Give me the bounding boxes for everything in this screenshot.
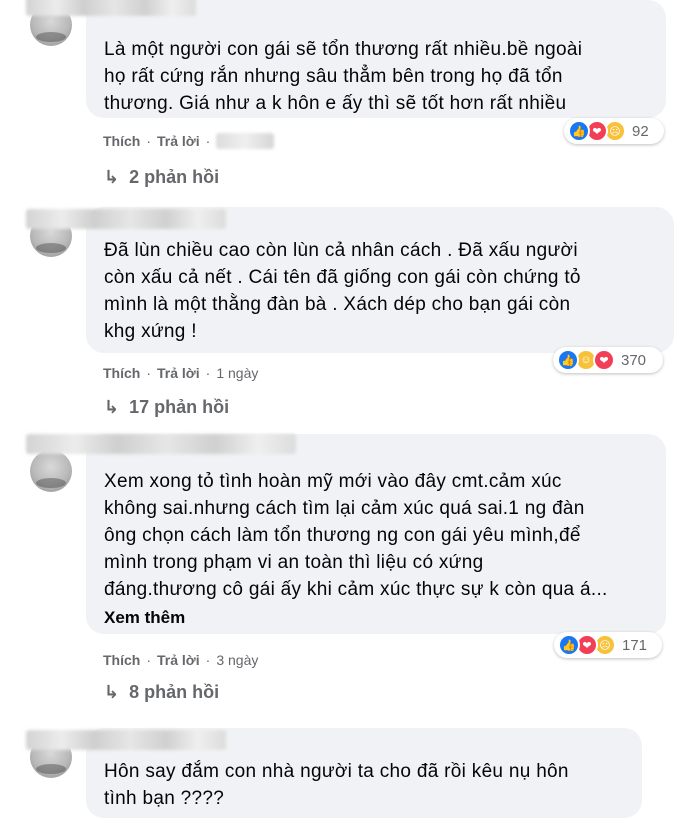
reaction-count: 92 [632, 122, 649, 140]
comment-bubble: Là một người con gái sẽ tổn thương rất n… [26, 0, 666, 118]
comment-line: họ rất cứng rắn nhưng sâu thẳm bên trong… [104, 66, 563, 87]
reaction-summary[interactable]: 👍 ☺ ❤ 370 [553, 347, 663, 373]
replies-count-label: 2 phản hồi [129, 167, 220, 187]
author-name-blurred[interactable] [26, 0, 196, 16]
thumbs-up-icon: 👍 [557, 349, 579, 371]
comment-line: Đã lùn chiều cao còn lùn cả nhân cách . … [104, 240, 578, 261]
comment-bubble: Xem xong tỏ tình hoàn mỹ mới vào đây cmt… [26, 434, 666, 634]
replies-count-label: 17 phản hồi [129, 397, 230, 417]
comment-text: Đã lùn chiều cao còn lùn cả nhân cách . … [104, 237, 662, 345]
separator-dot: · [146, 365, 152, 381]
reply-arrow-icon: ↳ [104, 397, 120, 417]
comment-line: tình bạn ???? [104, 788, 225, 809]
reaction-summary[interactable]: 👍 ❤ ☹ 92 [564, 118, 664, 144]
comment-line: ông chọn cách làm tổn thương ng con gái … [104, 525, 581, 546]
reply-arrow-icon: ↳ [104, 682, 120, 702]
separator-dot: · [205, 652, 211, 668]
like-link[interactable]: Thích [103, 365, 140, 381]
reaction-count: 370 [621, 351, 647, 369]
timestamp[interactable]: 1 ngày [216, 365, 258, 381]
reaction-count: 171 [622, 636, 648, 654]
comment-bubble: Hôn say đắm con nhà người ta cho đã rồi … [26, 728, 642, 818]
comment-line: mình trong phạm vi an toàn thì liệu có x… [104, 552, 484, 573]
heart-icon: ❤ [593, 349, 615, 371]
reply-link[interactable]: Trả lời [157, 133, 200, 149]
author-name-blurred[interactable] [26, 209, 226, 229]
view-replies-button[interactable]: ↳ 2 phản hồi [104, 167, 219, 188]
comment-actions: Thích · Trả lời · 1 ngày [103, 365, 258, 381]
comment-text: Hôn say đắm con nhà người ta cho đã rồi … [104, 758, 630, 812]
comment-line: còn xấu cả nết . Cái tên đã giống con gá… [104, 267, 581, 288]
thumbs-up-icon: 👍 [568, 120, 590, 142]
separator-dot: · [146, 652, 152, 668]
like-link[interactable]: Thích [103, 652, 140, 668]
comment-line: Hôn say đắm con nhà người ta cho đã rồi … [104, 761, 569, 782]
reply-link[interactable]: Trả lời [157, 652, 200, 668]
comment-line: thương. Giá như a k hôn e ấy thì sẽ tốt … [104, 93, 567, 114]
separator-dot: · [146, 133, 152, 149]
view-replies-button[interactable]: ↳ 17 phản hồi [104, 397, 229, 418]
timestamp-blurred[interactable] [216, 133, 275, 149]
author-name-blurred[interactable] [26, 434, 296, 454]
comment-line: đáng.thương cô gái ấy khi cảm xúc thực s… [104, 579, 608, 600]
reply-link[interactable]: Trả lời [157, 365, 200, 381]
comment-actions: Thích · Trả lời · 3 ngày [103, 652, 258, 668]
reaction-summary[interactable]: 👍 ❤ ☹ 171 [554, 632, 662, 658]
comment-line: mình là một thằng đàn bà . Xách dép cho … [104, 294, 571, 315]
comment-text: Xem xong tỏ tình hoàn mỹ mới vào đây cmt… [104, 468, 654, 603]
separator-dot: · [205, 133, 211, 149]
author-name-blurred[interactable] [26, 730, 226, 750]
like-link[interactable]: Thích [103, 133, 140, 149]
comment-line: Xem xong tỏ tình hoàn mỹ mới vào đây cmt… [104, 471, 562, 492]
comment-text: Là một người con gái sẽ tổn thương rất n… [104, 36, 654, 117]
comment-line: khg xứng ! [104, 321, 197, 342]
timestamp[interactable]: 3 ngày [216, 652, 258, 668]
replies-count-label: 8 phản hồi [129, 682, 220, 702]
avatar[interactable] [30, 450, 72, 492]
comment-actions: Thích · Trả lời · [103, 133, 275, 149]
comment-line: Là một người con gái sẽ tổn thương rất n… [104, 39, 583, 60]
thumbs-up-icon: 👍 [558, 634, 580, 656]
view-replies-button[interactable]: ↳ 8 phản hồi [104, 682, 219, 703]
comment-line: không sai.nhưng cách tìm lại cảm xúc quá… [104, 498, 585, 519]
reply-arrow-icon: ↳ [104, 167, 120, 187]
separator-dot: · [205, 365, 211, 381]
comment-bubble: Đã lùn chiều cao còn lùn cả nhân cách . … [26, 207, 674, 353]
see-more-link[interactable]: Xem thêm [104, 608, 185, 628]
